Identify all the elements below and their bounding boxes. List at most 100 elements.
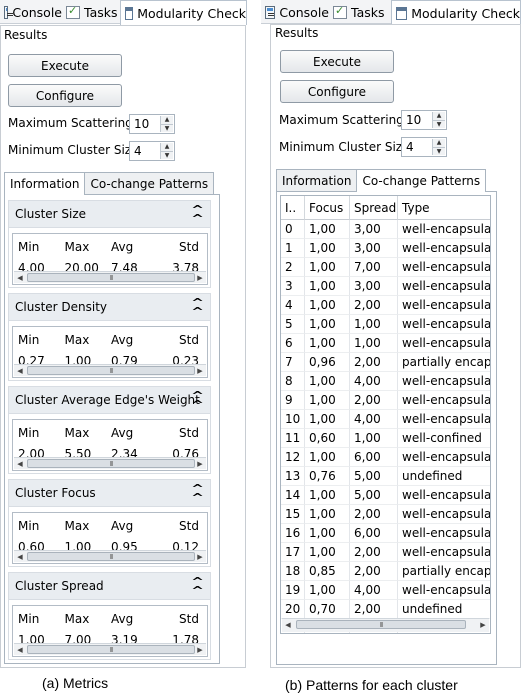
tab-information[interactable]: Information — [276, 169, 358, 191]
table-row[interactable]: 01,003,00well-encapsulate — [281, 220, 490, 239]
section-horizontal-scrollbar[interactable]: ◀ III ▶ — [14, 457, 206, 469]
execute-button[interactable]: Execute — [280, 50, 394, 73]
scroll-right-icon[interactable]: ▶ — [477, 619, 489, 630]
scroll-left-icon[interactable]: ◀ — [14, 365, 26, 376]
section-header[interactable]: Cluster Density ^ ^ — [9, 294, 210, 321]
scrollbar-thumb[interactable]: III — [27, 366, 195, 375]
scroll-left-icon[interactable]: ◀ — [14, 551, 26, 562]
scrollbar-thumb[interactable]: III — [27, 273, 195, 282]
table-row[interactable]: 191,004,00well-encapsulate — [281, 581, 490, 600]
column-header: Avg — [111, 333, 134, 347]
console-icon — [265, 5, 276, 19]
table-row[interactable]: 11,003,00well-encapsulate — [281, 239, 490, 258]
section-horizontal-scrollbar[interactable]: ◀ III ▶ — [14, 271, 206, 283]
stepper-buttons[interactable]: ▲ ▼ — [160, 116, 173, 132]
table-row[interactable]: 61,001,00well-encapsulate — [281, 334, 490, 353]
table-cell: 3 — [281, 277, 305, 296]
metric-table: Min Max Avg Std 2,00 5,50 2,34 0,76 ◀ III ▶ — [12, 419, 208, 471]
max-scattering-stepper[interactable]: 10 ▲ ▼ — [129, 114, 175, 134]
tab-modularity-check[interactable]: Modularity Check — [120, 0, 247, 25]
table-row[interactable]: 11 0,60 1,00 well-confined — [281, 429, 490, 448]
table-row[interactable]: 151,002,00well-encapsulate — [281, 505, 490, 524]
stepper-up-icon[interactable]: ▲ — [433, 139, 445, 148]
table-horizontal-scrollbar[interactable]: ◀ III ▶ — [282, 618, 489, 632]
stepper-down-icon[interactable]: ▼ — [433, 120, 445, 128]
section-header[interactable]: Cluster Spread ^ ^ — [9, 573, 210, 600]
scrollbar-thumb[interactable]: III — [296, 620, 466, 629]
stepper-down-icon[interactable]: ▼ — [161, 151, 173, 159]
scroll-right-icon[interactable]: ▶ — [194, 272, 206, 283]
max-scattering-stepper[interactable]: 10 ▲ ▼ — [401, 110, 447, 130]
table-row[interactable]: 20 0,70 2,00 undefined — [281, 600, 490, 619]
metric-section: Cluster Focus ^ ^ Min Max Avg Std 0,60 1,00 0,95 0… — [8, 479, 211, 567]
collapse-chevron-icon[interactable]: ^ ^ — [191, 576, 204, 596]
tab-modularity-check[interactable]: Modularity Check — [391, 0, 521, 25]
collapse-chevron-icon[interactable]: ^ ^ — [191, 483, 204, 503]
scroll-left-icon[interactable]: ◀ — [282, 619, 294, 630]
tab-cochange-patterns[interactable]: Co-change Patterns — [356, 169, 487, 192]
section-horizontal-scrollbar[interactable]: ◀ III ▶ — [14, 643, 206, 655]
tab-tasks[interactable]: Tasks — [62, 0, 120, 24]
stepper-buttons[interactable]: ▲ ▼ — [432, 139, 445, 155]
table-row[interactable]: 41,002,00well-encapsulate — [281, 296, 490, 315]
scroll-left-icon[interactable]: ◀ — [14, 272, 26, 283]
table-row[interactable]: 91,002,00well-encapsulate — [281, 391, 490, 410]
stepper-up-icon[interactable]: ▲ — [161, 143, 173, 152]
scroll-left-icon[interactable]: ◀ — [14, 644, 26, 655]
table-cell: 1,00 — [305, 524, 350, 543]
configure-button[interactable]: Configure — [280, 80, 394, 103]
section-header[interactable]: Cluster Average Edge's Weight ^ ^ — [9, 387, 210, 414]
tab-modularity-label: Modularity Check — [411, 5, 520, 21]
section-header[interactable]: Cluster Focus ^ ^ — [9, 480, 210, 507]
scroll-right-icon[interactable]: ▶ — [194, 458, 206, 469]
tab-console[interactable]: Console — [0, 0, 62, 24]
scrollbar-thumb[interactable]: III — [27, 552, 195, 561]
table-row[interactable]: 180,852,00partially encapsu — [281, 562, 490, 581]
section-horizontal-scrollbar[interactable]: ◀ III ▶ — [14, 550, 206, 562]
tab-information[interactable]: Information — [4, 172, 86, 195]
scroll-right-icon[interactable]: ▶ — [194, 644, 206, 655]
tab-tasks[interactable]: Tasks — [329, 0, 389, 24]
scroll-left-icon[interactable]: ◀ — [14, 458, 26, 469]
stepper-down-icon[interactable]: ▼ — [161, 124, 173, 132]
table-row[interactable]: 13 0,76 5,00 undefined — [281, 467, 490, 486]
table-row[interactable]: 31,003,00well-encapsulate — [281, 277, 490, 296]
table-row[interactable]: 51,001,00well-encapsulate — [281, 315, 490, 334]
min-cluster-stepper[interactable]: 4 ▲ ▼ — [401, 137, 447, 157]
scrollbar-thumb[interactable]: III — [27, 645, 195, 654]
table-row[interactable]: 121,006,00well-encapsulate — [281, 448, 490, 467]
table-row[interactable]: 101,004,00well-encapsulate — [281, 410, 490, 429]
table-row[interactable]: 81,004,00well-encapsulate — [281, 372, 490, 391]
collapse-chevron-icon[interactable]: ^ ^ — [191, 390, 204, 410]
column-header: Std — [179, 240, 199, 254]
stepper-down-icon[interactable]: ▼ — [433, 147, 445, 155]
column-header-id[interactable]: I.. — [281, 196, 305, 220]
configure-button[interactable]: Configure — [8, 84, 122, 107]
scrollbar-thumb[interactable]: III — [27, 459, 195, 468]
tab-cochange-patterns[interactable]: Co-change Patterns — [84, 172, 215, 194]
stepper-buttons[interactable]: ▲ ▼ — [160, 143, 173, 159]
section-horizontal-scrollbar[interactable]: ◀ III ▶ — [14, 364, 206, 376]
column-header-type[interactable]: Type — [398, 196, 490, 220]
table-row[interactable]: 70,962,00partially encapsu — [281, 353, 490, 372]
tab-console[interactable]: Console — [261, 0, 329, 24]
table-row[interactable]: 161,006,00well-encapsulate — [281, 524, 490, 543]
patterns-table[interactable]: I.. Focus Spread Type 0 1,00 3,00 well-enca… — [280, 195, 491, 634]
min-cluster-stepper[interactable]: 4 ▲ ▼ — [129, 141, 175, 161]
stepper-buttons[interactable]: ▲ ▼ — [432, 112, 445, 128]
table-row[interactable]: 141,005,00well-encapsulate — [281, 486, 490, 505]
column-header-spread[interactable]: Spread — [350, 196, 398, 220]
stepper-up-icon[interactable]: ▲ — [161, 116, 173, 125]
stepper-up-icon[interactable]: ▲ — [433, 112, 445, 121]
table-row[interactable]: 171,002,00well-encapsulate — [281, 543, 490, 562]
collapse-chevron-icon[interactable]: ^ ^ — [191, 204, 204, 224]
scroll-right-icon[interactable]: ▶ — [194, 365, 206, 376]
section-header[interactable]: Cluster Size ^ ^ — [9, 201, 210, 228]
execute-button[interactable]: Execute — [8, 54, 122, 77]
table-cell: 6,00 — [350, 448, 398, 467]
column-header-focus[interactable]: Focus — [305, 196, 350, 220]
scroll-right-icon[interactable]: ▶ — [194, 551, 206, 562]
table-row[interactable]: 21,007,00well-encapsulate — [281, 258, 490, 277]
collapse-chevron-icon[interactable]: ^ ^ — [191, 297, 204, 317]
table-cell: 1,00 — [305, 277, 350, 296]
